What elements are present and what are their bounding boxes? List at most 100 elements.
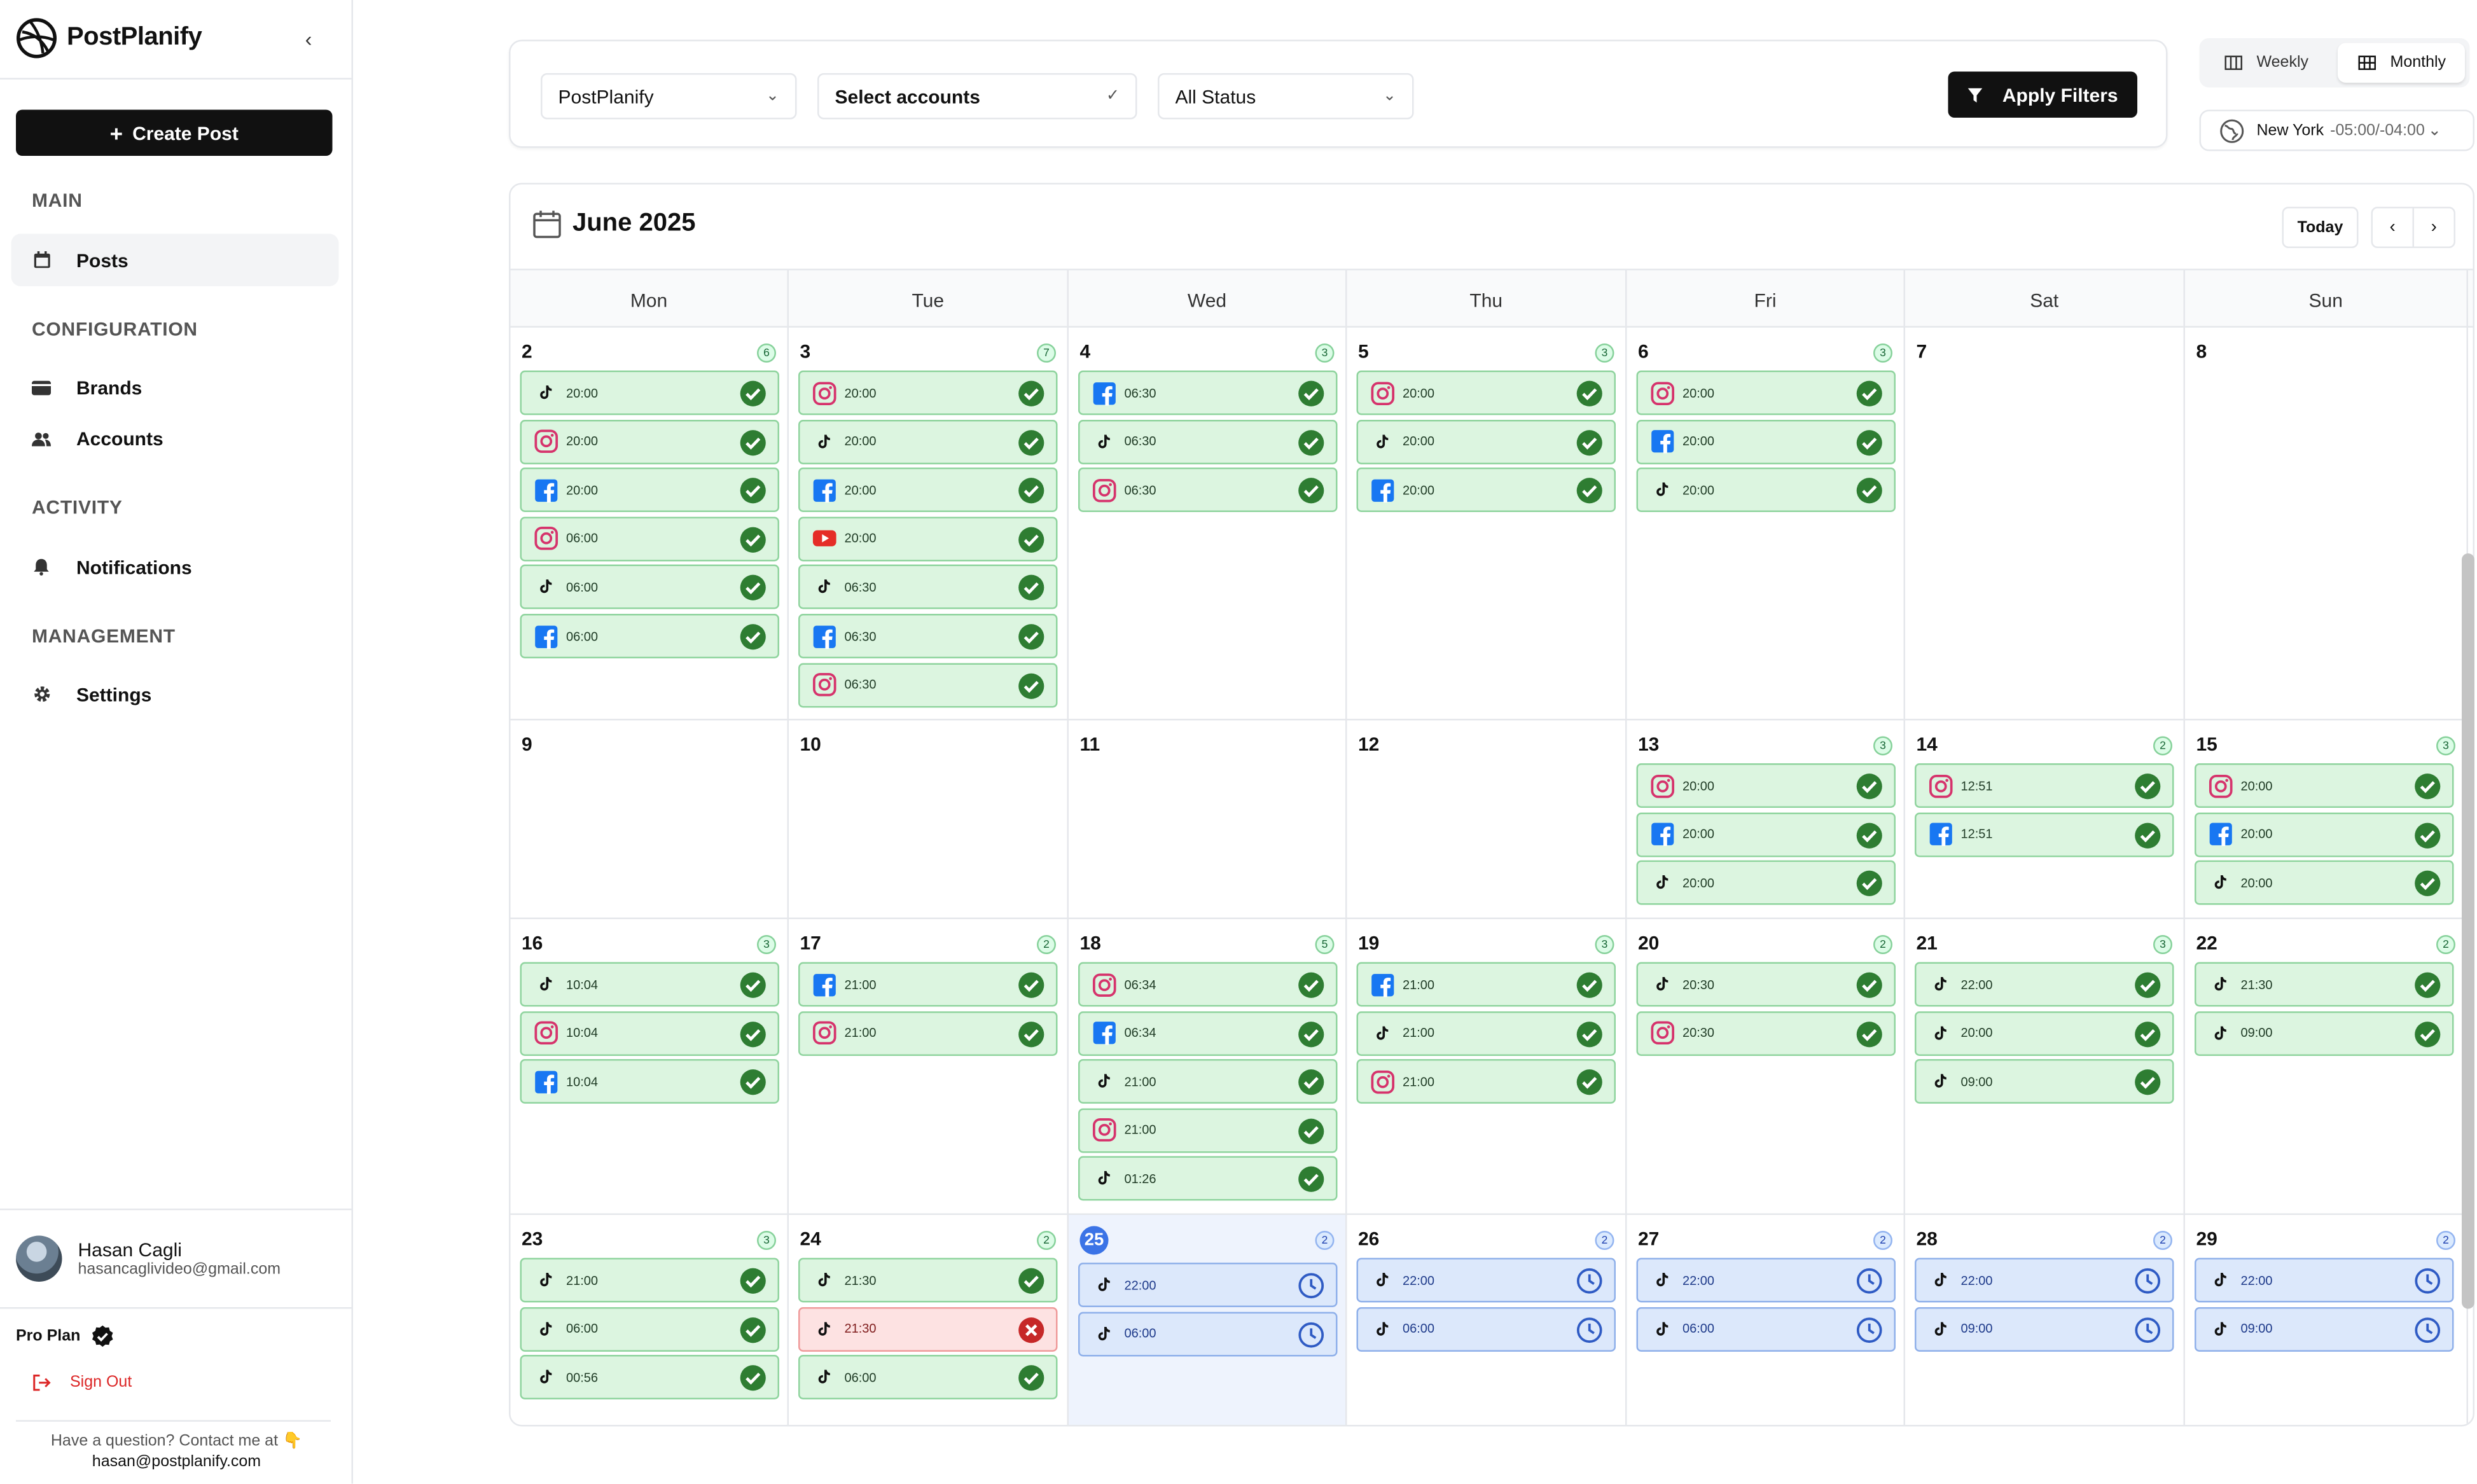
- post-event[interactable]: 20:00: [1915, 1010, 2174, 1055]
- day-cell[interactable]: 26 2 22:00 06:00: [1347, 1215, 1627, 1425]
- brand-select[interactable]: PostPlanify ⌄: [541, 73, 797, 120]
- collapse-sidebar-button[interactable]: ‹: [296, 25, 321, 51]
- post-event[interactable]: 21:00: [1356, 1010, 1616, 1055]
- day-cell[interactable]: 15 3 20:00 20:00 20:00: [2185, 720, 2468, 919]
- day-cell[interactable]: 28 2 22:00 09:00: [1905, 1215, 2185, 1425]
- timezone-select[interactable]: New York -05:00/-04:00 ⌄: [2199, 109, 2474, 151]
- apply-filters-button[interactable]: Apply Filters: [1948, 71, 2137, 118]
- post-event[interactable]: 06:30: [1078, 370, 1338, 415]
- post-event[interactable]: 20:00: [1356, 419, 1616, 464]
- post-event[interactable]: 21:00: [798, 1010, 1058, 1055]
- post-event[interactable]: 20:00: [798, 516, 1058, 561]
- sidebar-item-posts[interactable]: Posts: [11, 233, 339, 286]
- post-event[interactable]: 21:00: [1356, 1059, 1616, 1104]
- day-cell[interactable]: 16 3 10:04 10:04 10:04: [510, 919, 789, 1215]
- day-cell[interactable]: 17 2 21:00 21:00: [789, 919, 1069, 1215]
- post-event[interactable]: 20:00: [2195, 812, 2454, 857]
- scrollbar[interactable]: [2462, 553, 2474, 1309]
- post-event[interactable]: 21:00: [1356, 962, 1616, 1007]
- prev-month-button[interactable]: ‹: [2373, 208, 2414, 247]
- day-cell[interactable]: 4 3 06:30 06:30 06:30: [1069, 328, 1347, 721]
- post-event[interactable]: 22:00: [1078, 1263, 1338, 1307]
- day-cell[interactable]: 29 2 22:00 09:00: [2185, 1215, 2468, 1425]
- sidebar-item-brands[interactable]: Brands: [11, 361, 339, 414]
- day-cell[interactable]: 19 3 21:00 21:00 21:00: [1347, 919, 1627, 1215]
- day-cell[interactable]: 12: [1347, 720, 1627, 919]
- sidebar-item-accounts[interactable]: Accounts: [11, 412, 339, 465]
- post-event[interactable]: 20:00: [520, 468, 779, 513]
- post-event[interactable]: 01:26: [1078, 1156, 1338, 1202]
- post-event[interactable]: 21:00: [798, 962, 1058, 1007]
- post-event[interactable]: 06:30: [1078, 419, 1338, 464]
- day-cell[interactable]: 5 3 20:00 20:00 20:00: [1347, 328, 1627, 721]
- post-event[interactable]: 20:00: [1636, 860, 1896, 905]
- post-event[interactable]: 21:00: [1078, 1107, 1338, 1153]
- post-event[interactable]: 20:30: [1636, 962, 1896, 1007]
- day-cell[interactable]: 23 3 21:00 06:00 00:56: [511, 1215, 789, 1425]
- post-event[interactable]: 20:30: [1636, 1010, 1896, 1055]
- day-cell[interactable]: 27 2 22:00 06:00: [1627, 1215, 1905, 1425]
- post-event[interactable]: 06:30: [798, 614, 1058, 658]
- post-event[interactable]: 06:00: [520, 516, 779, 561]
- weekly-view-button[interactable]: Weekly: [2204, 43, 2335, 83]
- status-select[interactable]: All Status ⌄: [1158, 73, 1414, 120]
- post-event[interactable]: 09:00: [2195, 1306, 2454, 1351]
- post-event[interactable]: 20:00: [1636, 419, 1896, 464]
- post-event[interactable]: 20:00: [1636, 812, 1896, 857]
- day-cell[interactable]: 6 3 20:00 20:00 20:00: [1627, 328, 1905, 721]
- post-event[interactable]: 20:00: [1636, 370, 1896, 415]
- post-event[interactable]: 22:00: [2195, 1258, 2454, 1303]
- brand[interactable]: PostPlanify: [16, 18, 202, 59]
- day-cell[interactable]: 7: [1905, 328, 2185, 721]
- post-event[interactable]: 00:56: [520, 1355, 779, 1400]
- day-cell[interactable]: 24 2 21:30 21:30 06:00: [789, 1215, 1069, 1425]
- post-event[interactable]: 06:00: [520, 565, 779, 610]
- post-event[interactable]: 06:00: [1078, 1311, 1338, 1356]
- next-month-button[interactable]: ›: [2414, 209, 2454, 247]
- post-event[interactable]: 22:00: [1636, 1258, 1896, 1303]
- post-event[interactable]: 06:00: [520, 1306, 779, 1351]
- user-profile[interactable]: Hasan Cagli hasancaglivideo@gmail.com: [16, 1235, 281, 1282]
- day-cell[interactable]: 14 2 12:51 12:51: [1905, 720, 2185, 919]
- post-event[interactable]: 20:00: [520, 370, 779, 415]
- day-cell[interactable]: 8: [2185, 328, 2468, 721]
- post-event[interactable]: 09:00: [2195, 1010, 2454, 1055]
- post-event[interactable]: 06:30: [798, 662, 1058, 707]
- day-cell[interactable]: 3 7 20:00 20:00 20:00 20:00 06:30 06:30 06:30: [789, 328, 1069, 721]
- day-cell[interactable]: 18 5 06:34 06:34 21:00 21:00 01:26: [1069, 919, 1347, 1215]
- post-event[interactable]: 21:30: [2195, 962, 2454, 1007]
- post-event[interactable]: 12:51: [1915, 763, 2174, 808]
- day-cell[interactable]: 2 6 20:00 20:00 20:00 06:00 06:00 06:00: [510, 328, 789, 721]
- sidebar-item-settings[interactable]: Settings: [11, 668, 339, 721]
- help-email-link[interactable]: hasan@postplanify.com: [0, 1452, 353, 1473]
- day-cell[interactable]: 25 2 22:00 06:00: [1069, 1215, 1347, 1425]
- day-cell[interactable]: 13 3 20:00 20:00 20:00: [1627, 720, 1905, 919]
- post-event[interactable]: 20:00: [2195, 860, 2454, 905]
- post-event[interactable]: 20:00: [1356, 468, 1616, 513]
- day-cell[interactable]: 11: [1069, 720, 1347, 919]
- post-event[interactable]: 06:34: [1078, 962, 1338, 1007]
- post-event[interactable]: 20:00: [798, 370, 1058, 415]
- post-event[interactable]: 21:30: [798, 1258, 1058, 1303]
- post-event[interactable]: 20:00: [1356, 370, 1616, 415]
- post-event[interactable]: 10:04: [520, 1010, 779, 1055]
- accounts-select[interactable]: Select accounts ✓: [817, 73, 1137, 120]
- post-event[interactable]: 06:00: [520, 614, 779, 658]
- post-event[interactable]: 09:00: [1915, 1059, 2174, 1104]
- post-event[interactable]: 22:00: [1915, 962, 2174, 1007]
- post-event[interactable]: 20:00: [520, 419, 779, 464]
- post-event[interactable]: 20:00: [1636, 468, 1896, 513]
- post-event[interactable]: 06:00: [1356, 1306, 1616, 1351]
- sign-out-button[interactable]: Sign Out: [32, 1374, 132, 1392]
- post-event[interactable]: 06:30: [798, 565, 1058, 610]
- post-event[interactable]: 10:04: [520, 962, 779, 1007]
- post-event[interactable]: 06:00: [1636, 1306, 1896, 1351]
- post-event[interactable]: 20:00: [798, 468, 1058, 513]
- post-event[interactable]: 22:00: [1915, 1258, 2174, 1303]
- post-event[interactable]: 20:00: [1636, 763, 1896, 808]
- post-event[interactable]: 06:00: [798, 1355, 1058, 1400]
- post-event[interactable]: 22:00: [1356, 1258, 1616, 1303]
- post-event[interactable]: 12:51: [1915, 812, 2174, 857]
- day-cell[interactable]: 22 2 21:30 09:00: [2185, 919, 2468, 1215]
- create-post-button[interactable]: + Create Post: [16, 109, 333, 156]
